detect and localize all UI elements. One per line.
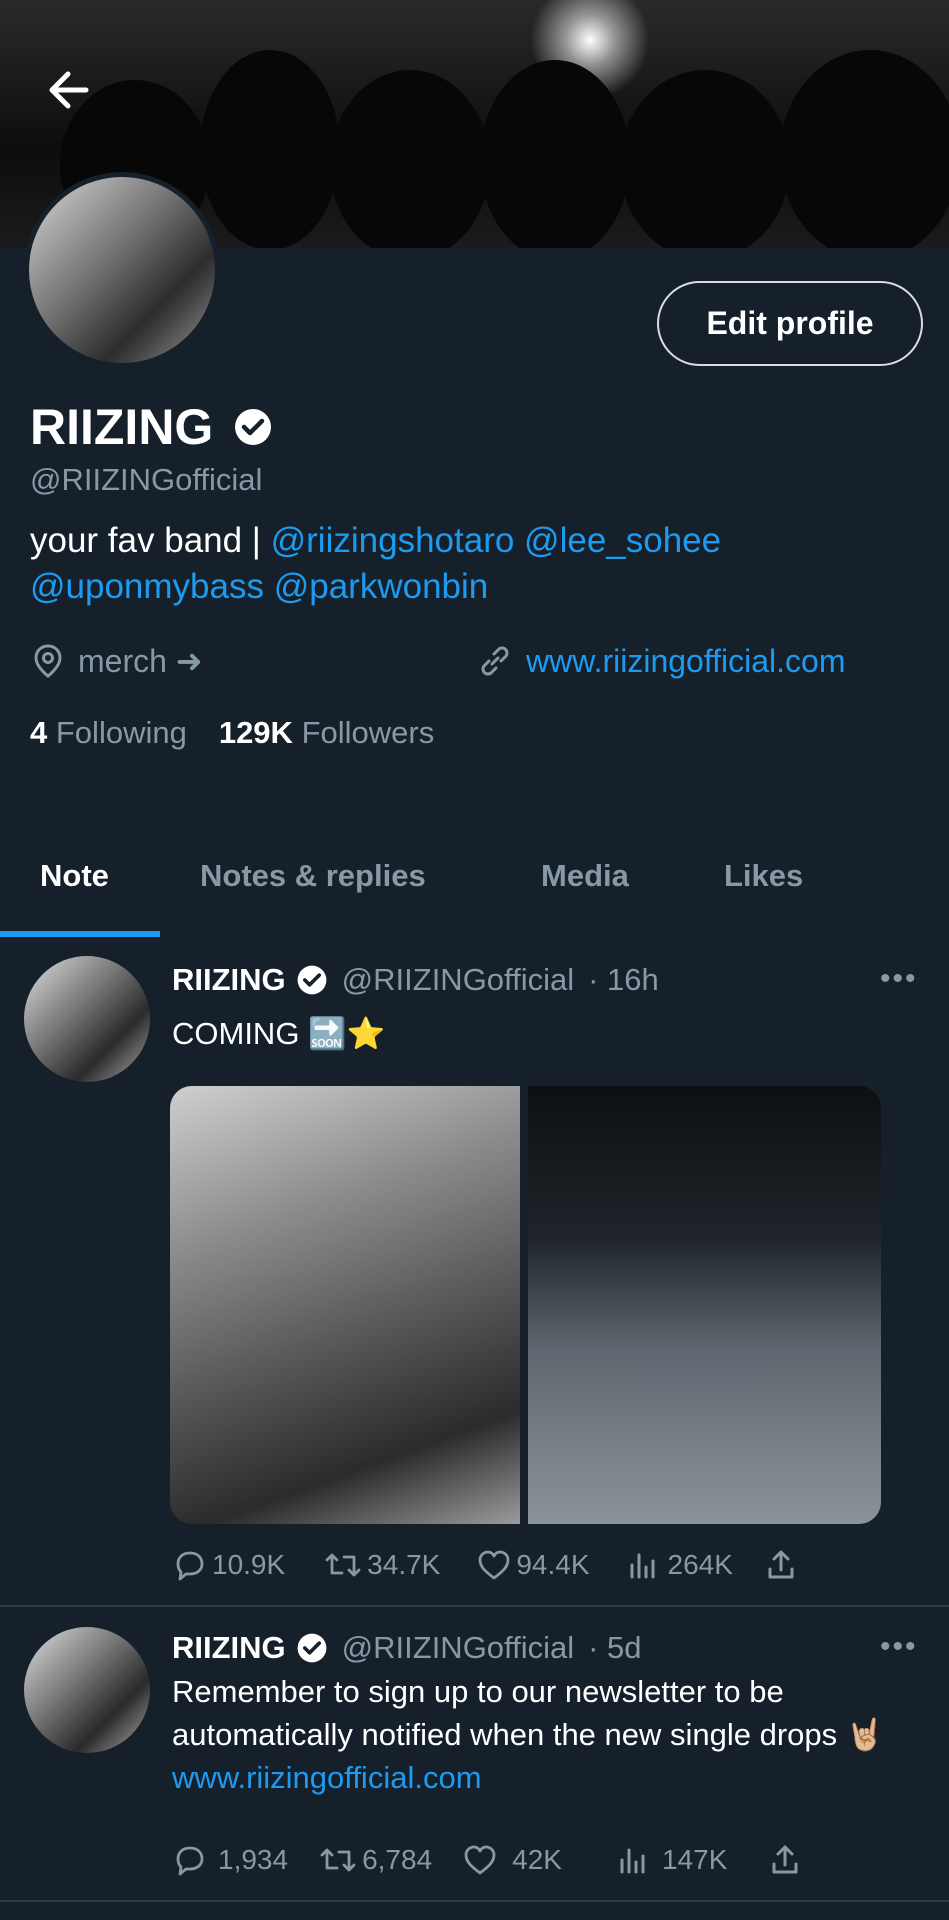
location-text: merch ➜ <box>78 643 203 679</box>
profile-name: RIIZING <box>30 399 214 455</box>
heart-icon <box>478 1550 510 1580</box>
profile-location: merch ➜ <box>30 642 203 680</box>
post-divider <box>0 1605 949 1607</box>
views-button[interactable]: 147K <box>614 1842 727 1878</box>
views-count: 264K <box>667 1549 733 1580</box>
tab-likes[interactable]: Likes <box>724 858 803 894</box>
post-time: · 16h <box>588 962 659 997</box>
post-text: COMING 🔜⭐ <box>172 1013 912 1055</box>
post-media-grid[interactable] <box>170 1086 881 1524</box>
post-header: RIIZING @RIIZINGofficial · 5d <box>172 1630 642 1666</box>
post-author-name[interactable]: RIIZING <box>172 1630 286 1666</box>
profile-avatar[interactable] <box>24 172 220 368</box>
followers-stat[interactable]: 129K Followers <box>219 715 434 751</box>
arrow-left-icon <box>49 71 89 109</box>
bio-text: your fav band | <box>30 521 271 560</box>
post-avatar[interactable] <box>24 1627 150 1753</box>
post-more-button[interactable]: ••• <box>880 1630 918 1664</box>
active-tab-indicator <box>0 931 160 937</box>
post-image-1[interactable] <box>170 1086 520 1524</box>
heart-icon <box>464 1845 496 1875</box>
post-actions: 10.9K 34.7K 94.4K 264K <box>172 1547 799 1583</box>
share-button[interactable] <box>763 1547 799 1583</box>
repost-icon <box>325 1553 361 1577</box>
bio-mention-sohee[interactable]: @lee_sohee <box>524 521 721 560</box>
like-count: 94.4K <box>516 1549 590 1580</box>
reply-count: 10.9K <box>212 1549 286 1580</box>
tab-notes-replies[interactable]: Notes & replies <box>200 858 426 894</box>
link-icon <box>481 646 509 676</box>
follow-stats: 4 Following 129K Followers <box>30 715 434 751</box>
views-icon <box>620 1848 645 1874</box>
reply-button[interactable]: 1,934 <box>172 1842 288 1878</box>
share-icon <box>772 1845 798 1874</box>
profile-name-row: RIIZING <box>30 398 273 456</box>
post-author-name[interactable]: RIIZING <box>172 962 286 998</box>
post-time: · 5d <box>588 1630 642 1665</box>
post-body: COMING <box>172 1016 300 1051</box>
verified-badge-icon <box>235 409 272 445</box>
repost-button[interactable]: 6,784 <box>318 1842 432 1878</box>
like-button[interactable]: 42K <box>462 1842 562 1878</box>
post-body: Remember to sign up to our newsletter to… <box>172 1674 885 1752</box>
share-icon <box>768 1550 794 1579</box>
reply-icon <box>176 1551 204 1581</box>
profile-tabs: Note Notes & replies Media Likes <box>0 838 949 938</box>
like-count: 42K <box>512 1844 562 1875</box>
profile-handle: @RIIZINGofficial <box>30 462 263 497</box>
post-link[interactable]: www.riizingofficial.com <box>172 1760 482 1795</box>
post-avatar[interactable] <box>24 956 150 1082</box>
like-button[interactable]: 94.4K <box>476 1547 590 1583</box>
views-button[interactable]: 264K <box>624 1547 733 1583</box>
following-stat[interactable]: 4 Following <box>30 715 187 751</box>
tab-media[interactable]: Media <box>541 858 629 894</box>
post-image-2[interactable] <box>528 1086 881 1524</box>
post-text: Remember to sign up to our newsletter to… <box>172 1670 912 1799</box>
repost-count: 6,784 <box>362 1844 433 1875</box>
post-actions: 1,934 6,784 42K 147K <box>172 1842 803 1878</box>
views-count: 147K <box>661 1844 728 1875</box>
location-pin-icon <box>34 644 62 678</box>
bio-mention-shotaro[interactable]: @riizingshotaro <box>271 521 515 560</box>
repost-count: 34.7K <box>367 1549 441 1580</box>
post-header: RIIZING @RIIZINGofficial · 16h <box>172 962 659 998</box>
verified-badge-icon <box>297 965 327 995</box>
post-emoji: 🔜⭐ <box>308 1016 386 1051</box>
bio-mention-parkwonbin[interactable]: @parkwonbin <box>274 567 489 606</box>
views-icon <box>630 1553 655 1579</box>
post-divider <box>0 1900 949 1902</box>
reply-button[interactable]: 10.9K <box>172 1547 285 1583</box>
reply-icon <box>176 1846 204 1876</box>
repost-icon <box>320 1848 356 1872</box>
post-more-button[interactable]: ••• <box>880 962 918 996</box>
repost-button[interactable]: 34.7K <box>323 1547 440 1583</box>
verified-badge-icon <box>297 1633 327 1663</box>
edit-profile-button[interactable]: Edit profile <box>657 281 923 366</box>
share-button[interactable] <box>767 1842 803 1878</box>
post-author-handle[interactable]: @RIIZINGofficial <box>342 962 574 998</box>
post-author-handle[interactable]: @RIIZINGofficial <box>342 1630 574 1666</box>
profile-website[interactable]: www.riizingofficial.com <box>476 642 846 680</box>
profile-bio: your fav band | @riizingshotaro @lee_soh… <box>30 518 910 610</box>
tab-note[interactable]: Note <box>40 858 109 894</box>
bio-mention-uponmybass[interactable]: @uponmybass <box>30 567 264 606</box>
reply-count: 1,934 <box>218 1844 289 1875</box>
website-link[interactable]: www.riizingofficial.com <box>526 643 846 680</box>
back-button[interactable] <box>40 62 96 118</box>
